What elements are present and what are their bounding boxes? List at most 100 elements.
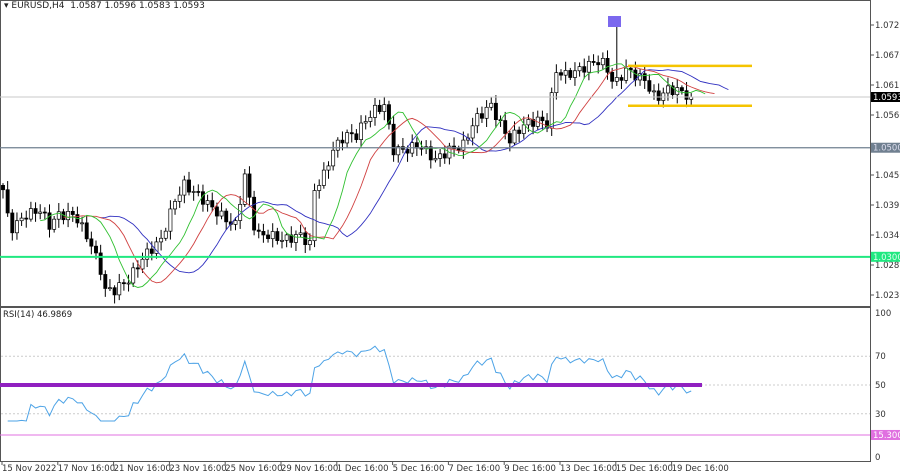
candle-body: [391, 123, 396, 156]
candle-body: [140, 258, 145, 270]
candle-body: [196, 191, 201, 193]
candle-body: [247, 173, 252, 198]
candle-body: [80, 222, 84, 225]
candle-body: [493, 102, 498, 120]
candle-body: [177, 194, 182, 202]
candle-body: [656, 90, 661, 101]
candle-body: [298, 232, 303, 235]
candle-body: [359, 122, 364, 140]
candle-body: [373, 104, 377, 118]
candle-body: [168, 208, 173, 232]
candle-body: [652, 90, 656, 93]
candle-body: [173, 201, 177, 210]
candle-body: [614, 77, 619, 82]
price-label: 1.0340: [875, 231, 900, 241]
candle-body: [131, 267, 136, 284]
price-chart[interactable]: 1.0725 1.0670 1.0615 1.0560 1.0450 1.0395 1.03…: [0, 0, 900, 473]
time-label: 5 Dec 16:00: [393, 464, 445, 473]
candle-body: [517, 129, 522, 134]
candle-body: [261, 231, 266, 236]
candle-body: [568, 70, 573, 78]
candle-body: [349, 132, 354, 135]
candle-body: [214, 206, 219, 217]
candle-body: [363, 121, 368, 124]
candle-body: [591, 61, 596, 63]
candle-body: [480, 113, 484, 119]
candle-body: [224, 210, 229, 223]
candle-body: [233, 220, 238, 225]
candle-body: [331, 149, 336, 167]
support-badge-text: 1.0300: [873, 253, 900, 263]
candle-body: [284, 234, 289, 241]
candle-body: [191, 191, 196, 193]
candle-body: [507, 133, 512, 144]
candle-body: [149, 248, 154, 254]
signal-marker: [608, 16, 621, 27]
candle-body: [15, 220, 19, 234]
candle-body: [94, 245, 98, 254]
candle-body: [70, 211, 75, 215]
candle-body: [563, 70, 568, 76]
candle-body: [600, 58, 605, 66]
candle-body: [126, 282, 131, 285]
time-label: 21 Nov 16:00: [114, 464, 171, 473]
candle-body: [242, 173, 247, 205]
candle-body: [317, 185, 322, 191]
rsi-axis-label: 50: [875, 381, 886, 391]
candle-body: [368, 117, 373, 122]
candle-body: [121, 282, 126, 285]
candle-body: [433, 158, 438, 161]
candle-body: [187, 179, 191, 193]
candle-body: [549, 92, 554, 129]
candle-body: [484, 106, 489, 119]
candle-body: [326, 165, 331, 171]
candle-body: [665, 85, 670, 94]
candle-body: [135, 267, 140, 270]
candle-body: [28, 208, 33, 220]
candle-body: [340, 139, 345, 144]
candle-body: [42, 211, 47, 214]
candle-body: [312, 190, 317, 242]
candle-body: [554, 72, 559, 94]
time-label: 9 Dec 16:00: [504, 464, 556, 473]
candle-body: [377, 104, 382, 112]
candle-body: [470, 125, 475, 139]
time-label: 15 Nov 2022: [2, 464, 56, 473]
resistance-badge-text: 1.0500: [873, 144, 900, 154]
candle-body: [461, 139, 466, 151]
candle-body: [475, 113, 480, 127]
candle-body: [19, 217, 24, 222]
candle-body: [335, 139, 340, 151]
candle-body: [442, 153, 447, 159]
candle-body: [512, 129, 517, 144]
candle-body: [624, 67, 629, 81]
candle-body: [345, 132, 350, 144]
candle-body: [307, 240, 312, 245]
candle-body: [303, 232, 308, 245]
candle-body: [684, 90, 689, 100]
time-label: 7 Dec 16:00: [448, 464, 500, 473]
candle-body: [577, 66, 582, 72]
rsi-level-text: 15.3000: [873, 431, 900, 441]
candle-body: [582, 66, 587, 73]
time-label: 15 Dec 16:00: [616, 464, 673, 473]
price-label: 1.0395: [875, 201, 900, 211]
candle-body: [280, 239, 284, 242]
candle-body: [270, 231, 275, 240]
current-price-badge-text: 1.0593: [873, 93, 900, 103]
candle-body: [521, 124, 526, 134]
candle-body: [182, 179, 187, 196]
candle-body: [572, 70, 577, 78]
candle-body: [159, 237, 164, 243]
candle-body: [256, 229, 261, 232]
candle-body: [66, 211, 71, 221]
candle-body: [112, 287, 117, 296]
candle-body: [596, 62, 601, 66]
candle-body: [647, 80, 652, 92]
candle-body: [252, 196, 257, 231]
candle-body: [679, 87, 684, 92]
rsi-axis-label: 100: [875, 309, 891, 319]
time-label: 23 Nov 16:00: [169, 464, 226, 473]
time-label: 29 Nov 16:00: [281, 464, 338, 473]
candle-body: [10, 212, 15, 234]
